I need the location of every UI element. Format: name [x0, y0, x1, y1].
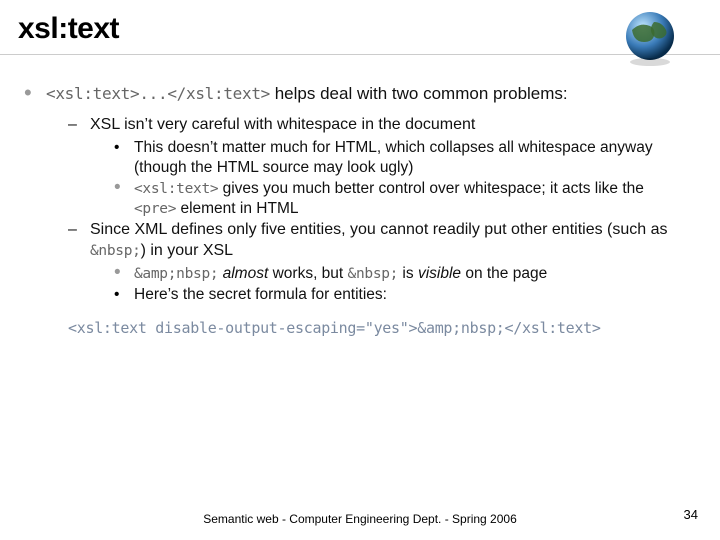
- title-area: xsl:text: [0, 0, 720, 55]
- dot-marker: •: [114, 179, 134, 219]
- dash-marker: –: [68, 220, 90, 262]
- code-nbsp2: &nbsp;: [348, 266, 399, 282]
- globe-icon: [620, 10, 680, 70]
- code-xsl-text-tag: <xsl:text>...</xsl:text>: [46, 84, 270, 103]
- dot-marker: •: [114, 285, 134, 305]
- slide-title: xsl:text: [18, 12, 720, 46]
- code-xsl-text: <xsl:text>: [134, 181, 218, 197]
- dot-marker: •: [114, 264, 134, 284]
- sub2-item: • <xsl:text> gives you much better contr…: [114, 179, 690, 219]
- italic-almost: almost: [218, 265, 268, 282]
- bullet-marker: •: [24, 83, 46, 105]
- slide-body: • <xsl:text>...</xsl:text> helps deal wi…: [0, 55, 720, 339]
- dash-marker: –: [68, 115, 90, 136]
- sub2-text: This doesn’t matter much for HTML, which…: [134, 138, 690, 178]
- sub2-text: <xsl:text> gives you much better control…: [134, 179, 690, 219]
- code-formula: <xsl:text disable-output-escaping="yes">…: [68, 319, 690, 339]
- footer-text: Semantic web - Computer Engineering Dept…: [0, 512, 720, 526]
- code-pre: <pre>: [134, 201, 176, 217]
- bullet-level1: • <xsl:text>...</xsl:text> helps deal wi…: [24, 83, 690, 105]
- dash-item: – XSL isn’t very careful with whitespace…: [68, 115, 690, 136]
- sub2-list: • &amp;nbsp; almost works, but &nbsp; is…: [114, 264, 690, 305]
- sub2-item: • &amp;nbsp; almost works, but &nbsp; is…: [114, 264, 690, 284]
- code-amp-nbsp: &amp;nbsp;: [134, 266, 218, 282]
- code-nbsp: &nbsp;: [90, 243, 141, 259]
- italic-visible: visible: [418, 265, 461, 282]
- sub2-item: • Here’s the secret formula for entities…: [114, 285, 690, 305]
- dash-text: XSL isn’t very careful with whitespace i…: [90, 115, 690, 136]
- dash-text: Since XML defines only five entities, yo…: [90, 220, 690, 262]
- sub2-text: &amp;nbsp; almost works, but &nbsp; is v…: [134, 264, 690, 284]
- bullet-text: <xsl:text>...</xsl:text> helps deal with…: [46, 83, 690, 105]
- sub2-item: • This doesn’t matter much for HTML, whi…: [114, 138, 690, 178]
- page-number: 34: [684, 507, 698, 522]
- dash-item: – Since XML defines only five entities, …: [68, 220, 690, 262]
- sub2-text: Here’s the secret formula for entities:: [134, 285, 690, 305]
- dot-marker: •: [114, 138, 134, 178]
- sub2-list: • This doesn’t matter much for HTML, whi…: [114, 138, 690, 220]
- sublist: – XSL isn’t very careful with whitespace…: [68, 115, 690, 305]
